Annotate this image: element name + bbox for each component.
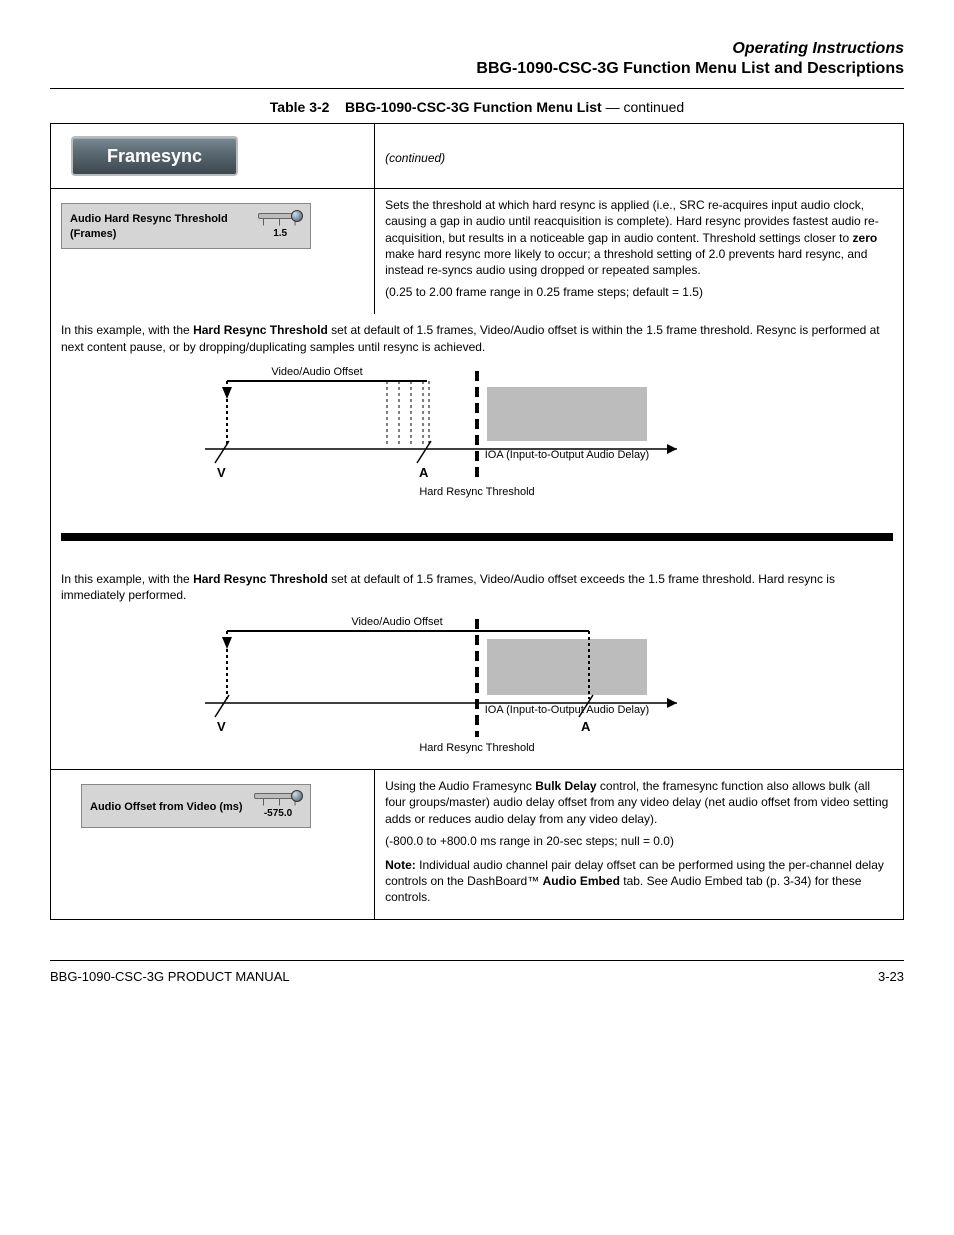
page-link[interactable]: 3-34	[783, 874, 807, 888]
chapter-label: Operating Instructions	[50, 40, 904, 58]
table-row: Audio Offset from Video (ms) | | | -575.…	[51, 770, 904, 920]
offset-note: Note: Individual audio channel pair dela…	[385, 857, 893, 906]
svg-text:Video/Audio Offset: Video/Audio Offset	[351, 616, 442, 628]
section-title: BBG-1090-CSC-3G Function Menu List and D…	[50, 60, 904, 78]
footer-divider	[50, 960, 904, 961]
table-caption: Table 3-2 BBG-1090-CSC-3G Function Menu …	[50, 99, 904, 115]
slider-value: -575.0	[254, 807, 302, 821]
function-menu-table: Framesync (continued) Audio Hard Resync …	[50, 123, 904, 920]
diagram2-caption: In this example, with the Hard Resync Th…	[61, 571, 893, 603]
diagram-resync-exceeds-threshold: IOA (Input-to-Output Audio Delay) Hard R…	[61, 611, 893, 761]
audio-embed-tab-link[interactable]: Audio Embed tab	[671, 874, 763, 888]
svg-text:A: A	[419, 465, 429, 480]
table-row: Framesync (continued)	[51, 124, 904, 189]
diagram-resync-within-threshold: IOA (Input-to-Output Audio Delay) Hard R…	[61, 363, 893, 503]
slider-ticks: | | |	[258, 221, 302, 225]
resync-range: (0.25 to 2.00 frame range in 0.25 frame …	[385, 284, 893, 300]
control-label: Audio Offset from Video (ms)	[90, 800, 243, 815]
resync-threshold-control[interactable]: Audio Hard Resync Threshold (Frames) | |…	[61, 203, 311, 249]
svg-text:Hard Resync Threshold: Hard Resync Threshold	[419, 742, 534, 754]
page-footer: BBG-1090-CSC-3G PRODUCT MANUAL 3-23	[50, 960, 904, 984]
svg-text:Hard Resync Threshold: Hard Resync Threshold	[419, 486, 534, 498]
control-label: Audio Hard Resync Threshold (Frames)	[70, 212, 258, 242]
table-label: Table 3-2	[270, 99, 330, 115]
table-continued: — continued	[606, 99, 685, 115]
footer-page-number: 3-23	[878, 969, 904, 984]
header-divider	[50, 88, 904, 89]
continued-note: (continued)	[385, 132, 893, 166]
svg-text:IOA (Input-to-Output Audio Del: IOA (Input-to-Output Audio Delay)	[485, 449, 649, 461]
svg-text:Video/Audio Offset: Video/Audio Offset	[271, 366, 362, 378]
svg-text:A: A	[581, 719, 591, 734]
slider-value: 1.5	[258, 227, 302, 241]
resync-description: Sets the threshold at which hard resync …	[385, 197, 893, 278]
audio-offset-control[interactable]: Audio Offset from Video (ms) | | | -575.…	[81, 784, 311, 828]
framesync-button[interactable]: Framesync	[71, 136, 238, 176]
offset-description: Using the Audio Framesync Bulk Delay con…	[385, 778, 893, 827]
table-title: BBG-1090-CSC-3G Function Menu List	[345, 99, 602, 115]
slider-track[interactable]	[254, 793, 302, 799]
diagram1-caption: In this example, with the Hard Resync Th…	[61, 322, 893, 354]
diagram-divider	[61, 533, 893, 541]
footer-left: BBG-1090-CSC-3G PRODUCT MANUAL	[50, 969, 290, 984]
offset-range: (-800.0 to +800.0 ms range in 20-sec ste…	[385, 833, 893, 849]
slider-track[interactable]	[258, 213, 302, 219]
svg-text:IOA (Input-to-Output Audio Del: IOA (Input-to-Output Audio Delay)	[485, 704, 649, 716]
table-row: In this example, with the Hard Resync Th…	[51, 314, 904, 769]
svg-text:V: V	[217, 465, 226, 480]
svg-text:V: V	[217, 719, 226, 734]
table-row: Audio Hard Resync Threshold (Frames) | |…	[51, 189, 904, 315]
